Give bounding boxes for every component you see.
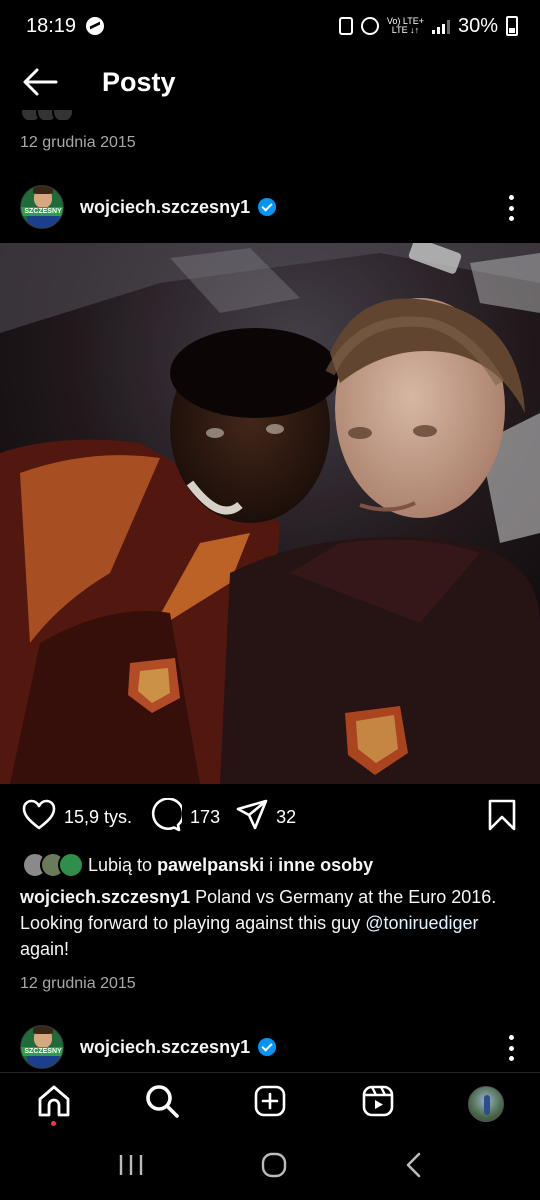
battery-icon	[506, 16, 518, 36]
battery-percent: 30%	[457, 14, 498, 37]
send-icon[interactable]	[236, 799, 268, 836]
likes-prefix: Lubią to	[88, 854, 158, 875]
caption-username[interactable]: wojciech.szczesny1	[20, 887, 190, 907]
next-post-username[interactable]: wojciech.szczesny1	[80, 1037, 250, 1058]
liked-by-avatars	[22, 852, 84, 878]
liked-by-text: Lubią to pawelpanski i inne osoby	[88, 855, 373, 876]
bookmark-icon[interactable]	[488, 799, 516, 836]
likes-mid: i	[264, 854, 279, 875]
caption-end: again!	[20, 939, 70, 959]
verified-badge-icon	[258, 198, 277, 216]
nav-profile[interactable]	[462, 1080, 510, 1128]
post-username[interactable]: wojciech.szczesny1	[80, 197, 250, 218]
nav-create[interactable]	[246, 1080, 294, 1128]
caption-mention[interactable]: @toniruediger	[365, 913, 478, 933]
previous-post-fragment	[20, 110, 380, 120]
status-time: 18:19	[26, 14, 77, 37]
page-title: Posty	[102, 66, 176, 97]
status-right: Vo) LTE+ LTE ↓↑ 30%	[338, 14, 518, 38]
post-caption: wojciech.szczesny1 Poland vs Germany at …	[20, 884, 525, 962]
bottom-navigation	[0, 1072, 540, 1134]
likes-user[interactable]: pawelpanski	[157, 855, 264, 875]
heart-icon[interactable]	[22, 799, 56, 836]
likes-others[interactable]: inne osoby	[278, 855, 373, 875]
alarm-icon	[360, 17, 379, 35]
next-post-header: SZCZESNY wojciech.szczesny1	[0, 1017, 540, 1077]
header: Posty	[0, 52, 540, 112]
nav-reels[interactable]	[354, 1080, 402, 1128]
search-icon[interactable]	[145, 1084, 179, 1123]
status-bar: 18:19 Vo) LTE+ LTE ↓↑ 30%	[0, 0, 540, 52]
home-button-icon[interactable]	[261, 1152, 287, 1183]
comments-count[interactable]: 173	[190, 807, 220, 828]
status-left: 18:19	[26, 14, 105, 38]
system-navigation	[0, 1134, 540, 1200]
network-sub: LTE ↓↑	[391, 25, 420, 35]
signal-icon	[431, 18, 450, 34]
liked-by[interactable]: Lubią to pawelpanski i inne osoby	[22, 850, 373, 880]
avatar[interactable]: SZCZESNY	[20, 1025, 64, 1069]
nav-search[interactable]	[138, 1080, 186, 1128]
messenger-notification-icon	[86, 17, 105, 35]
avatar-label: SZCZESNY	[21, 1047, 63, 1056]
post-date: 12 grudnia 2015	[20, 975, 136, 992]
home-icon[interactable]	[37, 1085, 71, 1122]
arrow-left-icon[interactable]	[22, 67, 58, 97]
sim-icon	[338, 17, 353, 35]
nav-home[interactable]	[30, 1080, 78, 1128]
avatar-label: SZCZESNY	[21, 207, 63, 216]
network-indicator: Vo) LTE+ LTE ↓↑	[387, 17, 424, 35]
plus-square-icon[interactable]	[254, 1085, 286, 1122]
back-button-icon[interactable]	[404, 1152, 422, 1183]
shares-count[interactable]: 32	[276, 807, 296, 828]
reels-icon[interactable]	[362, 1085, 394, 1122]
avatar[interactable]	[468, 1085, 504, 1122]
more-vertical-icon[interactable]	[508, 195, 514, 221]
avatar[interactable]: SZCZESNY	[20, 185, 64, 229]
verified-badge-icon	[258, 1038, 277, 1056]
share-action[interactable]: 32	[236, 799, 296, 836]
previous-post-date: 12 grudnia 2015	[20, 134, 136, 151]
more-vertical-icon[interactable]	[508, 1035, 514, 1061]
like-action[interactable]: 15,9 tys.	[22, 799, 132, 836]
comment-icon[interactable]	[148, 796, 185, 837]
comment-action[interactable]: 173	[148, 796, 220, 837]
recent-apps-icon[interactable]	[118, 1153, 144, 1182]
post-actions: 15,9 tys. 173 32	[0, 795, 540, 839]
post-header: SZCZESNY wojciech.szczesny1	[0, 177, 540, 237]
notification-dot	[51, 1120, 56, 1126]
post-photo[interactable]: 25	[0, 243, 540, 784]
avatar	[58, 852, 84, 878]
likes-count[interactable]: 15,9 tys.	[64, 807, 132, 828]
